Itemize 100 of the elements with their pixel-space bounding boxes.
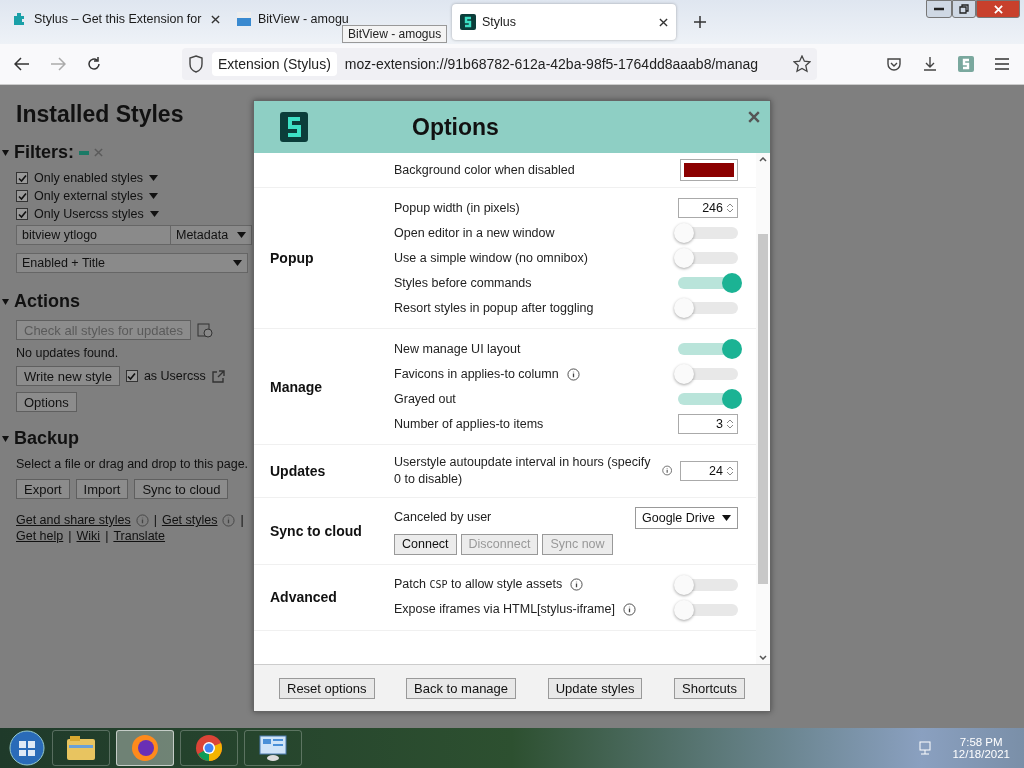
star-icon[interactable] [793, 55, 811, 73]
help-link[interactable]: Get and share styles [16, 513, 131, 527]
collapse-caret-icon[interactable] [2, 435, 9, 442]
help-link[interactable]: Wiki [76, 529, 101, 543]
footer-button[interactable]: Shortcuts [674, 677, 745, 699]
clock-time[interactable]: 7:58 PM [959, 736, 1003, 748]
checkbox[interactable] [16, 208, 28, 220]
info-icon[interactable] [622, 603, 636, 617]
close-icon[interactable] [211, 14, 220, 24]
color-picker[interactable] [680, 159, 738, 181]
link-separator: | [153, 513, 157, 527]
checkbox-label: as Usercss [143, 369, 206, 383]
backup-button[interactable]: Export [16, 479, 70, 499]
caret-icon [149, 175, 159, 181]
stepper-arrows-icon[interactable] [726, 418, 734, 430]
collapse-caret-icon[interactable] [2, 298, 9, 305]
info-icon[interactable] [661, 464, 673, 478]
option-label: Number of applies-to items [394, 415, 544, 433]
options-button[interactable]: Options [16, 392, 77, 412]
scrollbar[interactable] [756, 153, 770, 664]
search-field[interactable]: bitview ytlogo [16, 225, 170, 245]
minimize-icon[interactable] [934, 7, 944, 11]
address-bar[interactable]: Extension (Stylus) moz-extension://91b68782-612a-42ba-98f5-1764dd8aaab8/manag [182, 48, 817, 80]
browser-tab[interactable]: Stylus – Get this Extension for [4, 4, 228, 40]
option-label: New manage UI layout [394, 340, 521, 358]
menu-icon[interactable] [994, 57, 1010, 71]
provider-dropdown[interactable]: Google Drive [635, 506, 738, 529]
number-field[interactable]: 246 [678, 198, 738, 218]
stepper-arrows-icon[interactable] [726, 202, 734, 214]
taskbar-app[interactable] [244, 730, 302, 766]
write-style-button[interactable]: Write new style [16, 366, 120, 386]
option-label: Open editor in a new window [394, 224, 555, 242]
section-heading: Filters: [14, 142, 74, 163]
backup-hint: Select a file or drag and drop to this page. [16, 457, 249, 471]
pocket-icon[interactable] [886, 56, 902, 72]
stylus-logo-icon [280, 112, 308, 142]
scroll-down-icon[interactable] [759, 655, 767, 660]
section-title: Manage [270, 378, 323, 395]
option-label: Expose iframes via HTML[stylus-iframe] [394, 601, 615, 619]
update-status: No updates found. [16, 346, 119, 360]
browser-tab[interactable]: Stylus [452, 4, 676, 40]
history-icon[interactable] [196, 322, 213, 338]
back-icon[interactable] [14, 57, 30, 71]
download-icon[interactable] [922, 56, 938, 72]
taskbar-app[interactable] [52, 730, 110, 766]
search-type-dropdown[interactable]: Metadata [170, 225, 252, 245]
section-title: Sync to cloud [270, 522, 362, 539]
section-title: Updates [270, 462, 326, 479]
checkbox[interactable] [16, 190, 28, 202]
control-panel-icon [258, 734, 288, 762]
option-label: Resort styles in popup after toggling [394, 299, 594, 317]
option-label: Userstyle autoupdate interval in hours (specify 0 to disable) [394, 454, 652, 488]
site-identity[interactable]: Extension (Stylus) [212, 52, 337, 76]
footer-button[interactable]: Update styles [547, 677, 643, 699]
checkbox[interactable] [16, 172, 28, 184]
option-label: Favicons in applies-to column [394, 365, 559, 383]
filter-label: Only Usercss styles [34, 207, 144, 221]
taskbar-app[interactable] [116, 730, 174, 766]
option-label: Canceled by user [394, 509, 492, 527]
caret-icon [149, 211, 159, 217]
page-title: Installed Styles [16, 101, 185, 128]
number-field[interactable]: 3 [678, 414, 738, 434]
stepper-arrows-icon[interactable] [726, 464, 734, 477]
number-field[interactable]: 24 [680, 460, 738, 481]
backup-button[interactable]: Sync to cloud [134, 479, 229, 499]
start-button[interactable] [8, 729, 46, 767]
stylus-extension-icon[interactable] [958, 56, 974, 72]
folder-icon [66, 735, 96, 761]
checkbox[interactable] [125, 370, 138, 382]
scroll-up-icon[interactable] [759, 157, 767, 162]
browser-icon [131, 734, 159, 762]
help-link[interactable]: Get help [16, 529, 64, 543]
footer-button[interactable]: Back to manage [406, 677, 517, 699]
caret-icon [233, 260, 242, 266]
sync-button[interactable]: Connect [394, 533, 457, 555]
external-link-icon[interactable] [211, 369, 225, 383]
tab-tooltip: BitView - amogus [342, 25, 448, 43]
new-tab-icon[interactable] [694, 16, 706, 28]
collapse-caret-icon[interactable] [2, 149, 9, 156]
reload-icon[interactable] [86, 56, 102, 72]
link-separator: | [105, 529, 109, 543]
shield-icon[interactable] [188, 55, 204, 73]
option-label: Patch CSP to allow style assets [394, 576, 563, 594]
option-label: Popup width (in pixels) [394, 199, 520, 217]
backup-button[interactable]: Import [75, 479, 129, 499]
browser-icon [195, 734, 223, 762]
stylus-logo-icon [460, 14, 476, 30]
info-icon[interactable] [570, 578, 584, 592]
clock-date[interactable]: 12/18/2021 [952, 748, 1010, 760]
footer-button[interactable]: Reset options [279, 677, 375, 699]
caret-icon [722, 514, 731, 521]
option-label: Background color when disabled [394, 161, 575, 179]
site-icon [236, 11, 252, 27]
taskbar-app[interactable] [180, 730, 238, 766]
close-icon[interactable] [659, 17, 668, 27]
help-link[interactable]: Translate [113, 529, 166, 543]
restore-icon[interactable] [959, 4, 969, 14]
info-icon[interactable] [566, 367, 580, 381]
help-link[interactable]: Get styles [161, 513, 218, 527]
sort-dropdown[interactable]: Enabled + Title [16, 253, 248, 273]
